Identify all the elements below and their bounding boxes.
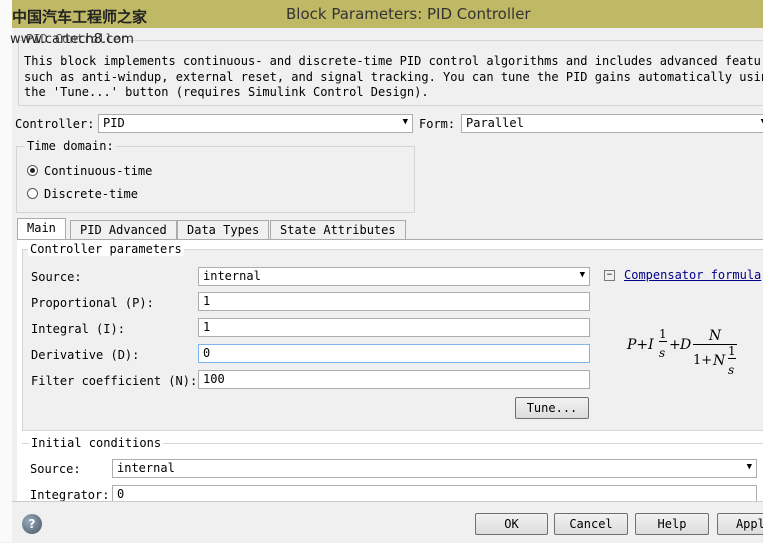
apply-button[interactable]: Apply <box>717 513 763 535</box>
time-domain-label: Time domain: <box>25 139 116 153</box>
integral-input[interactable]: 1 <box>198 318 590 337</box>
help-button[interactable]: Help <box>635 513 709 535</box>
discrete-time-radio[interactable] <box>27 188 38 199</box>
continuous-time-radio[interactable] <box>27 165 38 176</box>
tab-pid-advanced[interactable]: PID Advanced <box>70 220 177 239</box>
controller-select[interactable]: PID <box>98 114 413 133</box>
initial-source-select[interactable]: internal <box>112 459 757 478</box>
formula-one: 1 <box>659 327 667 342</box>
controller-label: Controller: <box>15 117 95 131</box>
formula-plus: + <box>669 337 681 353</box>
time-domain-group <box>16 146 415 213</box>
compensator-formula-link[interactable]: Compensator formula <box>624 268 761 282</box>
filter-coefficient-input[interactable]: 100 <box>198 370 590 389</box>
formula-one: 1 <box>728 344 736 359</box>
source-label: Source: <box>31 270 82 284</box>
cancel-button[interactable]: Cancel <box>554 513 628 535</box>
formula-plus: + <box>636 337 649 353</box>
watermark-url: www.cartech8.com <box>10 32 134 47</box>
tab-data-types[interactable]: Data Types <box>177 220 270 239</box>
form-select[interactable]: Parallel <box>461 114 763 133</box>
description-line: such as anti-windup, external reset, and… <box>24 69 763 84</box>
integral-label: Integral (I): <box>31 322 125 336</box>
proportional-label: Proportional (P): <box>31 296 154 310</box>
discrete-time-label: Discrete-time <box>44 187 138 201</box>
collapse-icon[interactable]: − <box>604 270 615 281</box>
integrator-input[interactable]: 0 <box>112 485 757 501</box>
derivative-label: Derivative (D): <box>31 348 140 362</box>
description-line: This block implements continuous- and di… <box>24 54 763 68</box>
description-line: the 'Tune...' button (requires Simulink … <box>24 85 429 99</box>
watermark: 中国汽车工程师之家 <box>12 8 148 26</box>
formula-n: N <box>713 353 726 369</box>
initial-conditions-label: Initial conditions <box>29 436 164 450</box>
help-icon[interactable]: ? <box>22 514 42 534</box>
derivative-input[interactable]: 0 <box>198 344 590 363</box>
integrator-label: Integrator: <box>30 488 110 502</box>
controller-parameters-label: Controller parameters <box>28 242 184 256</box>
window-title: Block Parameters: PID Controller <box>286 5 531 23</box>
source-select[interactable]: internal <box>198 267 590 286</box>
formula-n: N <box>693 328 737 345</box>
filter-coefficient-label: Filter coefficient (N): <box>31 374 198 388</box>
ok-button[interactable]: OK <box>475 513 548 535</box>
formula-one-plus: 1+ <box>693 353 713 368</box>
form-label: Form: <box>419 117 456 131</box>
compensator-formula: P+I 1 s + D N 1+ N 1 s <box>627 327 737 377</box>
tab-state-attributes[interactable]: State Attributes <box>270 220 406 239</box>
formula-s: s <box>728 363 735 377</box>
tune-button[interactable]: Tune... <box>515 397 589 419</box>
tab-main[interactable]: Main <box>17 218 66 239</box>
description: This block implements continuous- and di… <box>24 54 763 101</box>
proportional-input[interactable]: 1 <box>198 292 590 311</box>
initial-source-label: Source: <box>30 462 81 476</box>
formula-s: s <box>659 346 666 360</box>
formula-p: P <box>627 337 637 353</box>
continuous-time-label: Continuous-time <box>44 164 153 178</box>
formula-d: D <box>680 337 692 353</box>
formula-i: I <box>648 337 654 353</box>
